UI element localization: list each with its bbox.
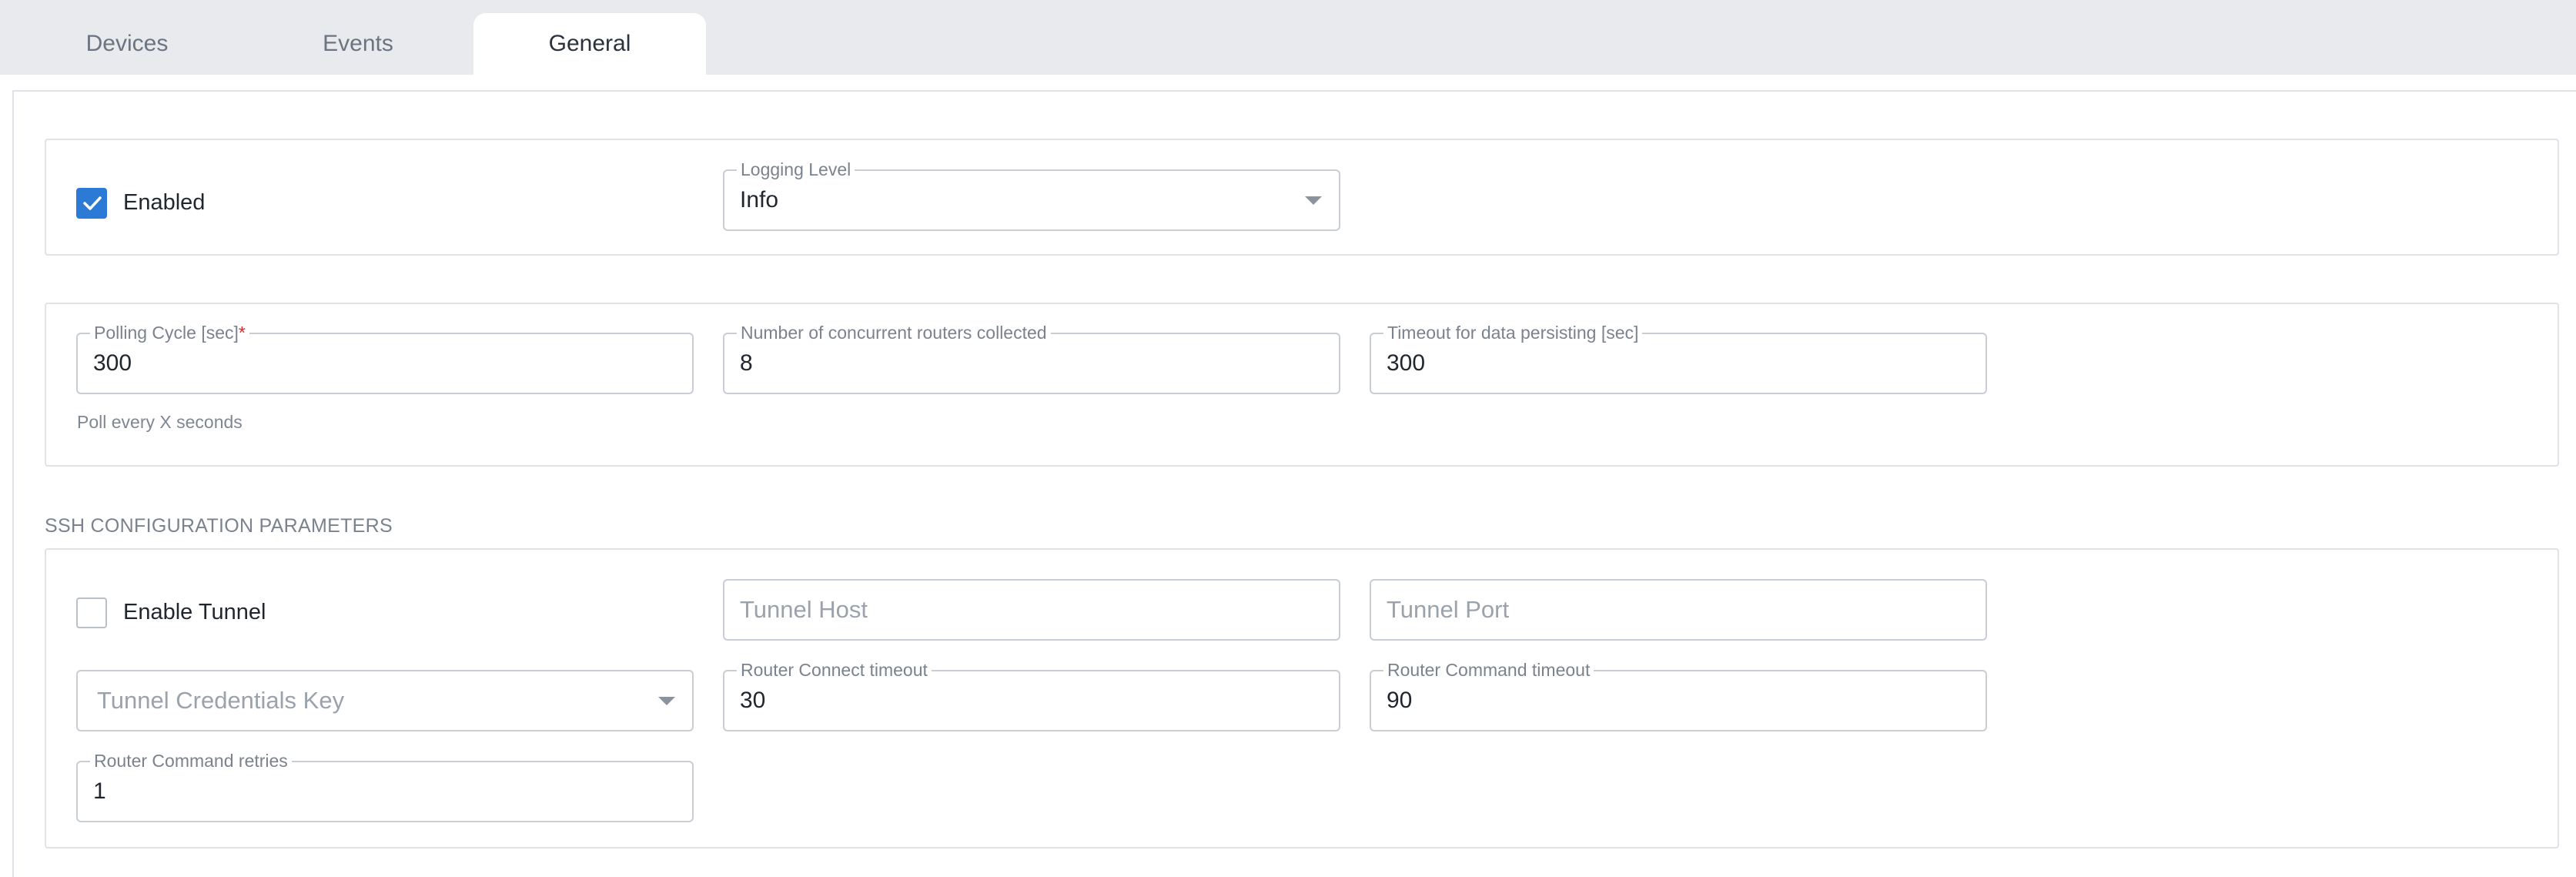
tab-events[interactable]: Events <box>262 13 454 75</box>
router-command-timeout-value: 90 <box>1387 688 1413 713</box>
tunnel-credentials-placeholder: Tunnel Credentials Key <box>97 687 345 714</box>
tunnel-host-placeholder: Tunnel Host <box>740 596 868 623</box>
concurrent-routers-value: 8 <box>740 350 753 376</box>
tab-devices[interactable]: Devices <box>31 13 223 75</box>
chevron-down-icon <box>658 697 675 705</box>
router-command-retries-label: Router Command retries <box>90 751 292 771</box>
concurrent-routers-input[interactable]: Number of concurrent routers collected 8 <box>723 323 1340 394</box>
router-command-timeout-input[interactable]: Router Command timeout 90 <box>1370 660 1987 731</box>
polling-cycle-input[interactable]: Polling Cycle [sec]* 300 <box>76 323 694 394</box>
polling-cycle-helper: Poll every X seconds <box>77 412 243 432</box>
enabled-label: Enabled <box>123 190 206 215</box>
tunnel-host-input[interactable]: Tunnel Host <box>723 579 1340 641</box>
router-command-retries-input[interactable]: Router Command retries 1 <box>76 751 694 822</box>
enable-tunnel-label: Enable Tunnel <box>123 600 266 624</box>
enable-tunnel-checkbox[interactable] <box>76 597 107 628</box>
enabled-checkbox[interactable] <box>76 188 107 219</box>
check-icon <box>83 196 102 210</box>
tab-general[interactable]: General <box>473 13 706 75</box>
router-command-retries-value: 1 <box>93 778 106 804</box>
tunnel-port-placeholder: Tunnel Port <box>1387 596 1510 623</box>
tunnel-credentials-select[interactable]: Tunnel Credentials Key <box>76 670 694 731</box>
chevron-down-icon <box>1305 196 1322 205</box>
router-connect-timeout-input[interactable]: Router Connect timeout 30 <box>723 660 1340 731</box>
ssh-section-title: SSH CONFIGURATION PARAMETERS <box>45 515 393 537</box>
tunnel-port-input[interactable]: Tunnel Port <box>1370 579 1987 641</box>
logging-level-select[interactable]: Logging Level Info <box>723 159 1340 231</box>
router-connect-timeout-label: Router Connect timeout <box>737 660 932 680</box>
concurrent-routers-label: Number of concurrent routers collected <box>737 323 1051 343</box>
logging-level-value: Info <box>740 187 779 213</box>
tab-bar: Devices Events General <box>0 0 2576 75</box>
persist-timeout-input[interactable]: Timeout for data persisting [sec] 300 <box>1370 323 1987 394</box>
persist-timeout-value: 300 <box>1387 350 1426 376</box>
required-marker: * <box>238 323 246 343</box>
polling-cycle-value: 300 <box>93 350 132 376</box>
router-connect-timeout-value: 30 <box>740 688 766 713</box>
router-command-timeout-label: Router Command timeout <box>1383 660 1594 680</box>
